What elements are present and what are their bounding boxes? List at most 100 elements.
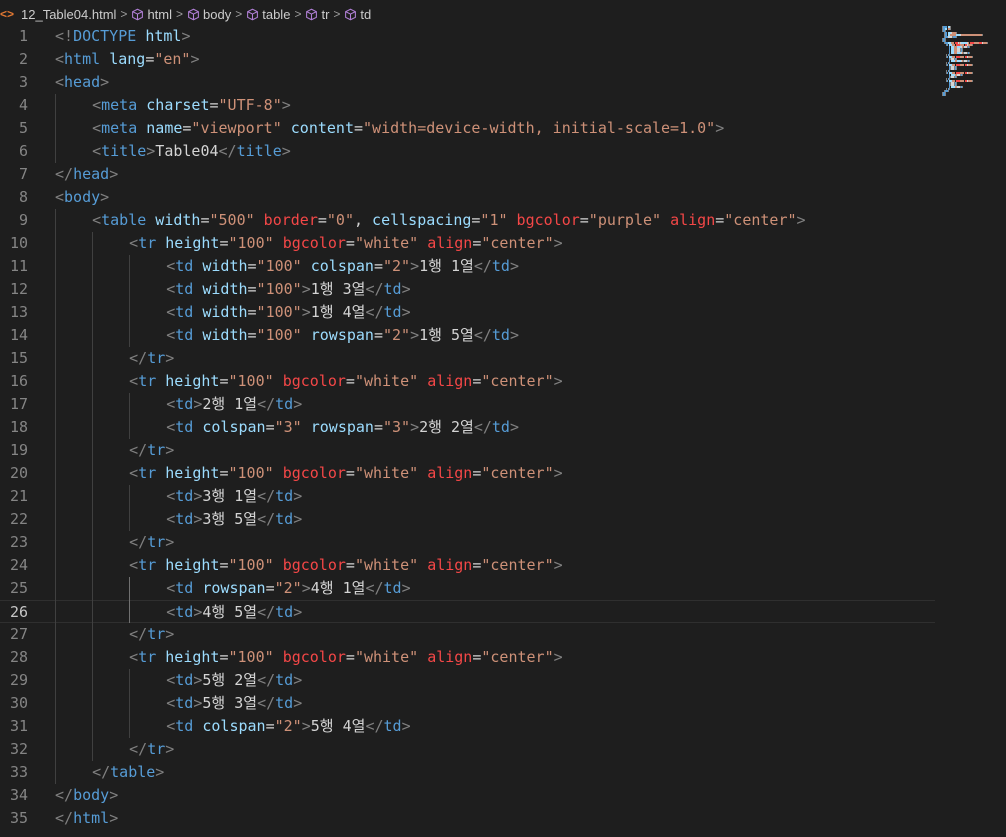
- minimap[interactable]: [938, 24, 1006, 98]
- code-line[interactable]: 6 <title>Table04</title>: [0, 140, 935, 163]
- code-line[interactable]: 8 <body>: [0, 186, 935, 209]
- code-token: >: [509, 326, 519, 344]
- code-line[interactable]: 22 <td>3행 5열</td>: [0, 508, 935, 531]
- code-line[interactable]: 34 </body>: [0, 784, 935, 807]
- line-number: 12: [9, 280, 28, 298]
- code-token: head: [64, 73, 101, 91]
- line-number: 25: [9, 579, 28, 597]
- code-line[interactable]: 33 </table>: [0, 761, 935, 784]
- code-line[interactable]: 10 <tr height="100" bgcolor="white" align…: [0, 232, 935, 255]
- code-line[interactable]: 28 <tr height="100" bgcolor="white" align…: [0, 646, 935, 669]
- indent-guide: [129, 255, 131, 347]
- code-line[interactable]: 24 <tr height="100" bgcolor="white" align…: [0, 554, 935, 577]
- code-token: "100": [256, 257, 302, 275]
- code-text: <td>2행 1열</td>: [166, 393, 302, 416]
- code-token: </: [55, 786, 74, 804]
- code-line[interactable]: 11 <td width="100" colspan="2">1행 1열</td>: [0, 255, 935, 278]
- line-number: 23: [9, 533, 28, 551]
- code-line[interactable]: 16 <tr height="100" bgcolor="white" align…: [0, 370, 935, 393]
- line-number: 32: [9, 740, 28, 758]
- code-token: name: [146, 119, 183, 137]
- code-token: >: [165, 441, 175, 459]
- breadcrumb-file[interactable]: <> 12_Table04.html: [0, 7, 116, 22]
- code-text: </html>: [55, 807, 118, 830]
- code-line[interactable]: 27 </tr>: [0, 623, 935, 646]
- code-line[interactable]: 30 <td>5행 3열</td>: [0, 692, 935, 715]
- code-line[interactable]: 2 <html lang="en">: [0, 48, 935, 71]
- code-text: </tr>: [129, 439, 174, 462]
- code-token: >: [193, 487, 203, 505]
- breadcrumb-item-html[interactable]: html: [131, 7, 172, 22]
- code-line[interactable]: 29 <td>5행 2열</td>: [0, 669, 935, 692]
- code-line[interactable]: 23 </tr>: [0, 531, 935, 554]
- code-token: 5행 4열: [310, 717, 366, 735]
- indent-guide: [129, 577, 131, 623]
- breadcrumb-item-body[interactable]: body: [187, 7, 231, 22]
- breadcrumb-item-td[interactable]: td: [344, 7, 371, 22]
- code-line[interactable]: 25 <td rowspan="2">4행 1열</td>: [0, 577, 935, 600]
- code-line[interactable]: 20 <tr height="100" bgcolor="white" align…: [0, 462, 935, 485]
- code-token: height: [165, 648, 220, 666]
- code-line[interactable]: 32 </tr>: [0, 738, 935, 761]
- code-line[interactable]: 14 <td width="100" rowspan="2">1행 5열</td>: [0, 324, 935, 347]
- code-token: meta: [101, 96, 138, 114]
- code-token: </: [365, 303, 384, 321]
- symbol-element-icon: [246, 8, 259, 21]
- code-line[interactable]: 5 <meta name="viewport" content="width=de…: [0, 117, 935, 140]
- breadcrumb-separator: >: [176, 7, 184, 21]
- code-token: "center": [481, 464, 554, 482]
- breadcrumb-item-tr[interactable]: tr: [305, 7, 329, 22]
- code-line[interactable]: 18 <td colspan="3" rowspan="3">2행 2열</td>: [0, 416, 935, 439]
- code-text: </table>: [92, 761, 164, 784]
- minimap-stroke: [968, 52, 970, 54]
- code-text: <tr height="100" bgcolor="white" align="…: [129, 554, 563, 577]
- code-line[interactable]: 15 </tr>: [0, 347, 935, 370]
- code-text: <td rowspan="2">4행 1열</td>: [166, 577, 410, 600]
- minimap-stroke: [950, 28, 952, 30]
- code-token: 1행 4열: [310, 303, 366, 321]
- line-number: 26: [9, 603, 28, 621]
- code-token: 1행 5열: [419, 326, 474, 344]
- code-token: ,: [353, 211, 373, 229]
- line-number: 1: [18, 27, 28, 45]
- code-line[interactable]: 1 <!DOCTYPE html>: [0, 25, 935, 48]
- line-number: 3: [18, 73, 28, 91]
- code-text: </body>: [55, 784, 118, 807]
- code-line[interactable]: 3 <head>: [0, 71, 935, 94]
- code-line[interactable]: 12 <td width="100">1행 3열</td>: [0, 278, 935, 301]
- breadcrumb-item-table[interactable]: table: [246, 7, 290, 22]
- code-token: "center": [481, 648, 554, 666]
- code-line[interactable]: 35 </html>: [0, 807, 935, 830]
- line-number: 17: [9, 395, 28, 413]
- code-line[interactable]: 19 </tr>: [0, 439, 935, 462]
- code-token: >: [293, 487, 303, 505]
- minimap-stroke: [960, 34, 983, 36]
- line-number: 24: [9, 556, 28, 574]
- minimap-stroke: [960, 56, 964, 58]
- code-token: >: [553, 234, 563, 252]
- code-line[interactable]: 13 <td width="100">1행 4열</td>: [0, 301, 935, 324]
- code-token: tr: [138, 234, 157, 252]
- code-line[interactable]: 9 <table width="500" border="0", cellspac…: [0, 209, 935, 232]
- code-line[interactable]: 7 </head>: [0, 163, 935, 186]
- code-text: <td width="100" colspan="2">1행 1열</td>: [166, 255, 519, 278]
- code-token: </: [257, 694, 276, 712]
- breadcrumb-separator: >: [333, 7, 341, 21]
- code-token: </: [365, 280, 384, 298]
- code-line[interactable]: 4 <meta charset="UTF-8">: [0, 94, 935, 117]
- code-line[interactable]: 17 <td>2행 1열</td>: [0, 393, 935, 416]
- code-token: >: [301, 717, 311, 735]
- minimap-stroke: [955, 76, 957, 78]
- code-token: "2": [382, 257, 411, 275]
- code-token: height: [165, 372, 220, 390]
- code-line[interactable]: 31 <td colspan="2">5행 4열</td>: [0, 715, 935, 738]
- code-line[interactable]: 21 <td>3행 1열</td>: [0, 485, 935, 508]
- code-line[interactable]: 26 <td>4행 5열</td>: [0, 600, 935, 623]
- code-token: =: [219, 234, 229, 252]
- code-editor[interactable]: 1 <!DOCTYPE html> 2 <html lang="en"> 3 <head>…: [0, 26, 1006, 837]
